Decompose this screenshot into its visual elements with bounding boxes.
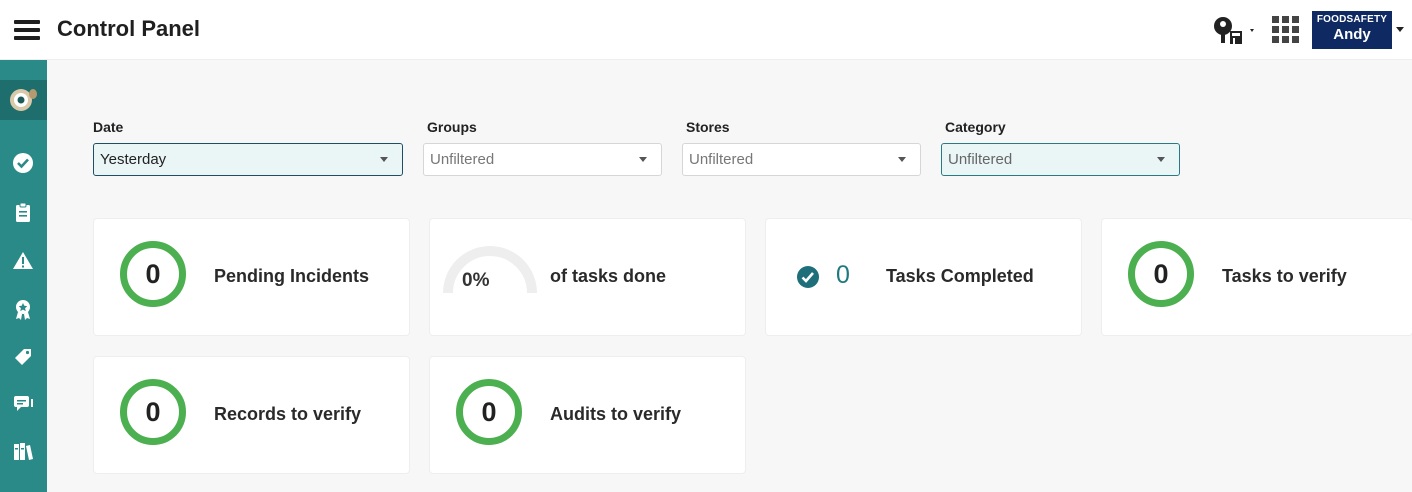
records-to-verify-count: 0: [120, 379, 186, 445]
clipboard-icon: [16, 202, 30, 222]
filter-groups: Groups Unfiltered: [423, 118, 662, 176]
category-label: Category: [945, 119, 1006, 135]
audits-to-verify-count: 0: [456, 379, 522, 445]
checkmark-circle-icon: [797, 266, 819, 288]
pending-incidents-card[interactable]: 0 Pending Incidents: [94, 219, 409, 335]
tasks-to-verify-card[interactable]: 0 Tasks to verify: [1102, 219, 1412, 335]
top-header: Control Panel FOODSAFETY Andy: [0, 0, 1412, 60]
sidebar-item-incidents[interactable]: [8, 246, 38, 276]
sidebar-item-tasks[interactable]: [8, 148, 38, 178]
category-select-value: Unfiltered: [948, 151, 1013, 168]
sidebar-brand[interactable]: [0, 80, 47, 120]
tasks-completed-card[interactable]: 0 Tasks Completed: [766, 219, 1081, 335]
sidebar-item-library[interactable]: [8, 436, 38, 466]
filter-category: Category Unfiltered: [941, 118, 1180, 176]
sidebar-item-records[interactable]: [8, 197, 38, 227]
tasks-completed-label: Tasks Completed: [886, 266, 1034, 286]
page-title: Control Panel: [57, 16, 201, 41]
chevron-down-icon: [898, 157, 906, 162]
sidebar-item-messages[interactable]: [8, 388, 38, 418]
tasks-done-percent: 0%: [462, 270, 490, 291]
stores-label: Stores: [686, 119, 730, 135]
records-to-verify-label: Records to verify: [214, 404, 362, 424]
award-icon: [16, 300, 30, 320]
groups-label: Groups: [427, 119, 477, 135]
chevron-down-icon: [639, 157, 647, 162]
sidebar-item-labels[interactable]: [8, 341, 38, 371]
tasks-done-label: of tasks done: [550, 266, 667, 286]
pending-incidents-label: Pending Incidents: [214, 266, 370, 286]
sidebar: [0, 60, 47, 492]
tasks-to-verify-count: 0: [1128, 241, 1194, 307]
brand-mascot-icon: [10, 89, 37, 111]
sidebar-item-audits[interactable]: [8, 294, 38, 324]
date-select[interactable]: Yesterday: [93, 143, 403, 176]
tasks-completed-count: 0: [836, 261, 850, 289]
tasks-done-card[interactable]: 0% of tasks done: [430, 219, 745, 335]
filter-date: Date Yesterday: [93, 118, 403, 176]
filter-stores: Stores Unfiltered: [682, 118, 921, 176]
audits-to-verify-card[interactable]: 0 Audits to verify: [430, 357, 745, 473]
tasks-to-verify-label: Tasks to verify: [1222, 266, 1347, 286]
checkmark-circle-icon: [13, 153, 33, 173]
groups-select[interactable]: Unfiltered: [423, 143, 662, 176]
apps-grid-icon[interactable]: [1272, 16, 1300, 44]
records-to-verify-card[interactable]: 0 Records to verify: [94, 357, 409, 473]
chat-icon: [14, 396, 33, 411]
warning-icon: [13, 252, 33, 269]
hamburger-menu-icon[interactable]: [14, 20, 40, 40]
books-icon: [14, 443, 33, 460]
chevron-down-icon: [1157, 157, 1165, 162]
groups-select-value: Unfiltered: [430, 151, 495, 168]
tag-icon: [15, 349, 31, 365]
tasks-done-gauge: [443, 246, 537, 294]
chevron-down-icon: [1396, 27, 1404, 32]
chevron-down-icon: [380, 157, 388, 162]
category-select[interactable]: Unfiltered: [941, 143, 1180, 176]
account-logo-button[interactable]: FOODSAFETY Andy: [1312, 11, 1408, 49]
foodsafety-andy-logo: FOODSAFETY Andy: [1312, 11, 1392, 49]
stores-select[interactable]: Unfiltered: [682, 143, 921, 176]
pending-incidents-count: 0: [120, 241, 186, 307]
date-select-value: Yesterday: [100, 151, 167, 168]
date-label: Date: [93, 119, 124, 135]
audits-to-verify-label: Audits to verify: [550, 404, 682, 424]
stores-select-value: Unfiltered: [689, 151, 754, 168]
key-icon[interactable]: [1212, 14, 1260, 46]
